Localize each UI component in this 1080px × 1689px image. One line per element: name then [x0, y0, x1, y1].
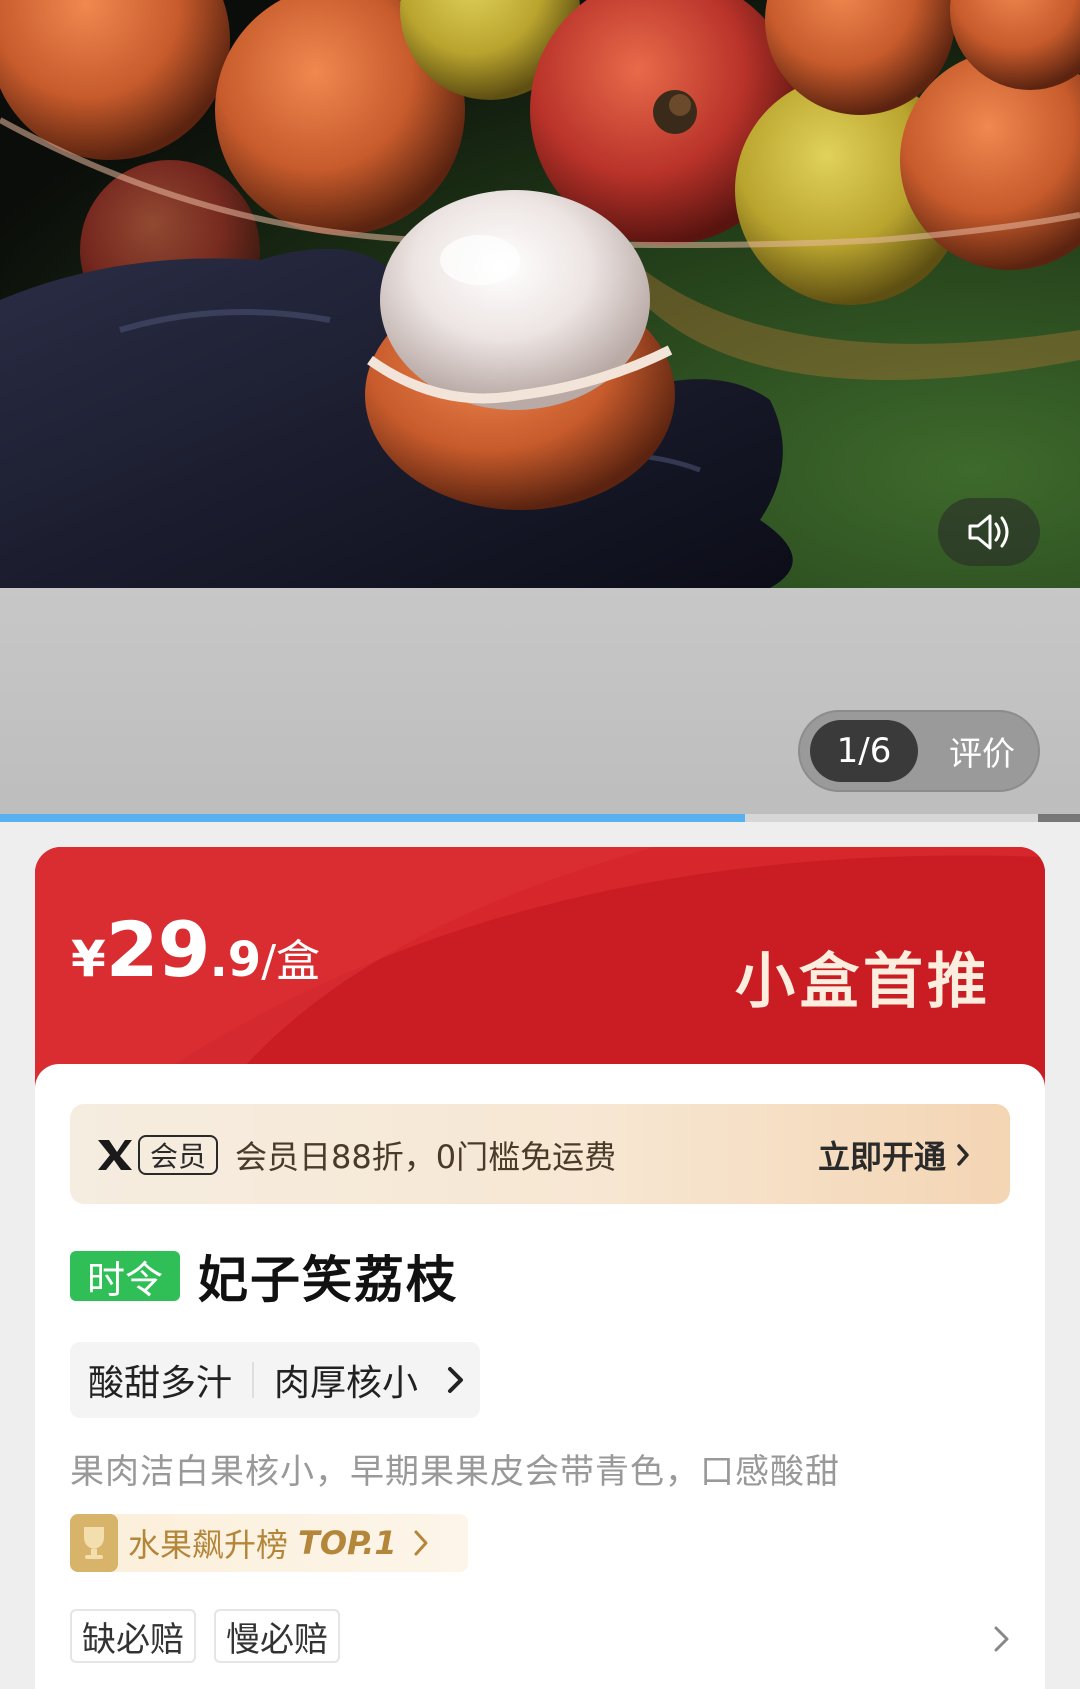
member-benefit-text: 会员日88折，0门槛免运费: [235, 1138, 617, 1176]
speaker-icon: [968, 514, 1009, 550]
product-description: 果肉洁白果核小，早期果果皮会带青色，口感酸甜: [70, 1452, 840, 1492]
feature-item: 酸甜多汁: [88, 1363, 233, 1404]
member-open-label: 立即开通: [817, 1138, 946, 1176]
chevron-right-icon[interactable]: [993, 1624, 1011, 1654]
media-progress-bar: [0, 814, 1080, 822]
media-progress-fill: [0, 814, 746, 822]
rank-position: TOP.1: [298, 1524, 397, 1562]
media-progress-end: [1038, 814, 1080, 822]
member-open-button[interactable]: 立即开通: [818, 1132, 970, 1178]
review-tab[interactable]: 评价: [932, 712, 1032, 790]
product-video[interactable]: [0, 0, 1080, 588]
chevron-right-icon: [957, 1144, 969, 1166]
member-badge: 会员: [138, 1135, 219, 1175]
feature-item: 肉厚核小: [274, 1363, 419, 1404]
member-banner[interactable]: 会员 会员日88折，0门槛免运费 立即开通: [70, 1104, 1010, 1204]
rank-badge[interactable]: 水果飙升榜 TOP.1: [70, 1514, 468, 1572]
feature-chips[interactable]: 酸甜多汁 肉厚核小: [70, 1342, 481, 1418]
sound-toggle-button[interactable]: [938, 498, 1040, 566]
pager-count[interactable]: 1/6: [810, 720, 918, 782]
chevron-right-icon: [448, 1367, 464, 1393]
lychee-video-frame: [0, 0, 1080, 588]
price-unit: /盒: [261, 936, 321, 987]
media-pager[interactable]: 1/6 评价: [798, 710, 1040, 792]
price-currency: ¥: [71, 930, 106, 988]
member-logo: 会员: [96, 1134, 219, 1176]
price-banner: ¥ 29 .9 /盒 小盒首推: [35, 847, 1045, 1077]
price-decimal: .9: [209, 932, 262, 988]
product-media[interactable]: 1/6 评价: [0, 0, 1080, 822]
service-guarantees[interactable]: 缺必赔 慢必赔: [70, 1609, 358, 1663]
product-card: ¥ 29 .9 /盒 小盒首推 会员 会员日88折，0门槛免运费 立即开通 时令…: [35, 847, 1045, 1689]
guarantee-tag: 缺必赔: [70, 1609, 196, 1663]
feature-divider: [252, 1362, 255, 1398]
price: ¥ 29 .9 /盒: [71, 905, 320, 994]
x-logo-icon: [98, 1140, 132, 1170]
seasonal-tag: 时令: [70, 1251, 180, 1302]
chevron-right-icon: [414, 1530, 428, 1556]
price-integer: 29: [105, 905, 211, 994]
trophy-icon: [70, 1514, 118, 1572]
guarantee-tag: 慢必赔: [214, 1609, 340, 1663]
product-name: 妃子笑荔枝: [198, 1251, 458, 1309]
product-info: 会员 会员日88折，0门槛免运费 立即开通 时令 妃子笑荔枝 酸甜多汁 肉厚核小…: [35, 1064, 1045, 1689]
rank-label: 水果飙升榜: [128, 1526, 289, 1564]
promo-title: 小盒首推: [735, 947, 991, 1017]
product-title-row: 时令 妃子笑荔枝: [70, 1240, 458, 1312]
